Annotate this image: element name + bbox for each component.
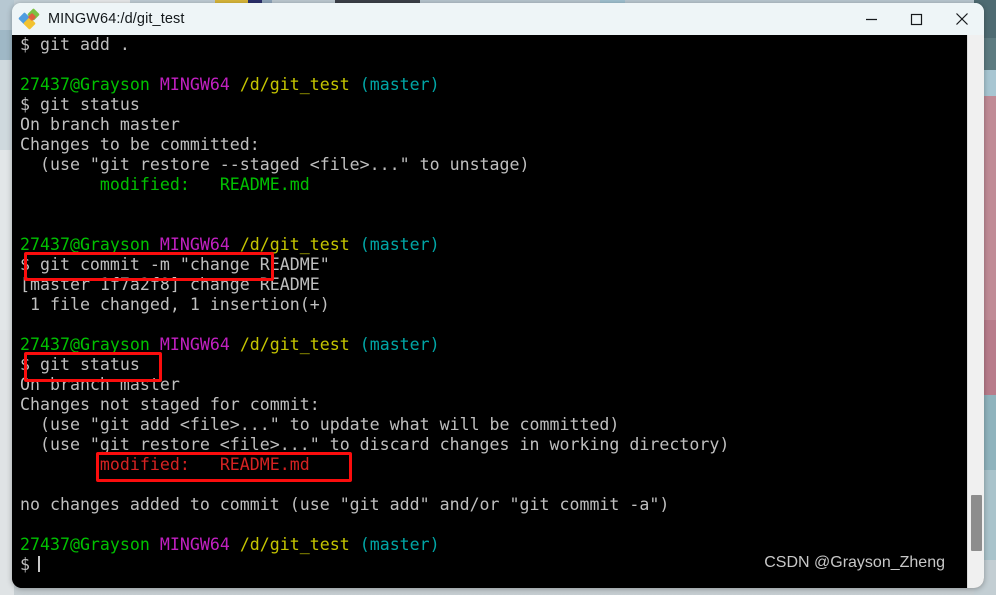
text-cursor <box>38 556 40 572</box>
terminal-scrollbar[interactable] <box>967 35 984 588</box>
terminal-line: (use "git restore <file>..." to discard … <box>20 435 730 454</box>
terminal-line: no changes added to commit (use "git add… <box>20 495 670 514</box>
terminal-line-staged-file: modified: README.md <box>20 175 310 194</box>
maximize-button[interactable] <box>894 3 939 35</box>
terminal-line: $ git add . <box>20 35 130 54</box>
terminal-line: On branch master <box>20 115 180 134</box>
minimize-button[interactable] <box>849 3 894 35</box>
terminal-prompt-line: 27437@Grayson MINGW64 /d/git_test (maste… <box>20 75 440 94</box>
terminal-text: $ git add . 27437@Grayson MINGW64 /d/git… <box>20 35 967 575</box>
close-icon <box>955 12 969 26</box>
terminal-line: Changes to be committed: <box>20 135 260 154</box>
terminal-area: $ git add . 27437@Grayson MINGW64 /d/git… <box>12 35 984 588</box>
terminal-line: (use "git restore --staged <file>..." to… <box>20 155 530 174</box>
mingw-diamond-icon <box>18 8 40 30</box>
terminal-line-commit-command: $ git commit -m "change README" <box>20 255 330 274</box>
terminal-line-status-command: $ git status <box>20 355 140 374</box>
close-button[interactable] <box>939 3 984 35</box>
terminal-line: $ git status <box>20 95 140 114</box>
terminal-line-unstaged-file: modified: README.md <box>20 455 310 474</box>
terminal-line: Changes not staged for commit: <box>20 395 320 414</box>
watermark-text: CSDN @Grayson_Zheng <box>764 554 945 571</box>
terminal-line: (use "git add <file>..." to update what … <box>20 415 620 434</box>
titlebar-left-group: MINGW64:/d/git_test <box>12 8 185 30</box>
terminal-line: On branch master <box>20 375 180 394</box>
mingw64-terminal-window: MINGW64:/d/git_test $ git add . 27437@Gr… <box>12 3 984 588</box>
terminal-prompt-line: 27437@Grayson MINGW64 /d/git_test (maste… <box>20 335 440 354</box>
terminal-prompt-line: 27437@Grayson MINGW64 /d/git_test (maste… <box>20 535 440 554</box>
window-title: MINGW64:/d/git_test <box>48 11 185 27</box>
minimize-icon <box>865 13 878 26</box>
maximize-icon <box>910 13 923 26</box>
scrollbar-thumb[interactable] <box>971 495 982 551</box>
window-controls <box>849 3 984 35</box>
terminal-output[interactable]: $ git add . 27437@Grayson MINGW64 /d/git… <box>12 35 967 588</box>
terminal-line: [master 1f7a2f8] change README <box>20 275 320 294</box>
terminal-line: 1 file changed, 1 insertion(+) <box>20 295 330 314</box>
window-titlebar[interactable]: MINGW64:/d/git_test <box>12 3 984 35</box>
terminal-prompt-line: 27437@Grayson MINGW64 /d/git_test (maste… <box>20 235 440 254</box>
